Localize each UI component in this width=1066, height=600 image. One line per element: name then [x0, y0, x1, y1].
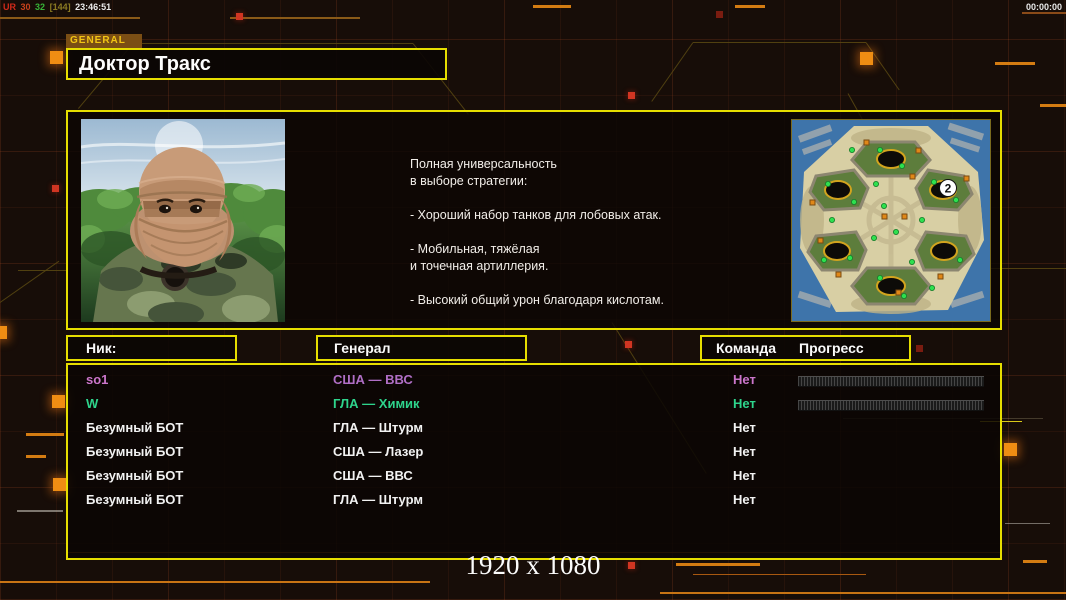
general-description: Полная универсальность в выборе стратеги… [410, 157, 664, 307]
player-nick: Безумный БОТ [86, 420, 184, 435]
deco-dash [0, 17, 140, 19]
deco-square-orange [52, 395, 65, 408]
player-row: Безумный БОТ США — Лазер Нет [68, 440, 1000, 464]
player-row: W ГЛА — Химик Нет [68, 392, 1000, 416]
player-team: Нет [733, 372, 756, 387]
player-progress-bar [798, 400, 984, 411]
player-nick: Безумный БОТ [86, 444, 184, 459]
game-lobby-screen: { "overlay": { "fps": { "ur": "UR", "v1"… [0, 0, 1066, 600]
deco-hex-line [865, 42, 900, 91]
player-general: США — ВВС [333, 468, 413, 483]
deco-square-red [52, 185, 59, 192]
deco-dash [735, 5, 765, 8]
player-team: Нет [733, 492, 756, 507]
general-name-title: Доктор Тракс [66, 48, 447, 80]
deco-square-red [628, 92, 635, 99]
player-team: Нет [733, 444, 756, 459]
deco-square-darkred [916, 345, 923, 352]
deco-square-orange [1004, 443, 1017, 456]
player-row: Безумный БОТ ГЛА — Штурм Нет [68, 488, 1000, 512]
deco-hex-line [133, 43, 413, 44]
player-team: Нет [733, 420, 756, 435]
deco-square-orange [0, 326, 7, 339]
deco-square-red [625, 341, 632, 348]
deco-square-darkred [716, 11, 723, 18]
player-general: США — ВВС [333, 372, 413, 387]
general-portrait-image [81, 119, 285, 322]
deco-square-orange [53, 478, 66, 491]
deco-square-orange [50, 51, 63, 64]
deco-hex-line [651, 42, 694, 102]
player-row: Безумный БОТ ГЛА — Штурм Нет [68, 416, 1000, 440]
player-general: ГЛА — Штурм [333, 420, 423, 435]
deco-square-red [236, 13, 243, 20]
fps-v2: 32 [35, 2, 46, 12]
player-nick: Безумный БОТ [86, 492, 184, 507]
svg-text:2: 2 [945, 182, 952, 196]
deco-dash [533, 5, 571, 8]
player-nick: Безумный БОТ [86, 468, 184, 483]
fps-overlay: UR 30 32 [144] 23:46:51 [3, 2, 113, 12]
player-nick: W [86, 396, 99, 411]
column-header-team-progress: Команда Прогресс [700, 335, 911, 361]
player-team: Нет [733, 468, 756, 483]
column-header-general: Генерал [316, 335, 527, 361]
deco-dash [230, 17, 360, 19]
player-general: ГЛА — Химик [333, 396, 420, 411]
fps-v3: [144] [49, 2, 71, 12]
deco-dash [26, 433, 64, 436]
column-header-progress: Прогресс [799, 340, 864, 356]
player-nick: so1 [86, 372, 109, 387]
deco-dash [0, 581, 430, 583]
resolution-label: 1920 x 1080 [465, 550, 601, 580]
players-table: so1 США — ВВС Нет W ГЛА — Химик Нет Безу… [66, 363, 1002, 560]
deco-dash [17, 510, 63, 512]
fps-v1: 30 [20, 2, 31, 12]
deco-dash [1022, 12, 1066, 14]
player-row: Безумный БОТ США — ВВС Нет [68, 464, 1000, 488]
player-team: Нет [733, 396, 756, 411]
fps-ur: UR [3, 2, 16, 12]
deco-hex-line [693, 42, 866, 43]
general-tab-label: GENERAL [66, 34, 142, 48]
deco-dash [1005, 523, 1050, 524]
fps-time: 23:46:51 [75, 2, 112, 12]
deco-dash [995, 62, 1035, 65]
column-header-team: Команда [716, 340, 776, 356]
player-progress-bar [798, 376, 984, 387]
deco-hex-line [0, 260, 60, 303]
deco-dash [660, 592, 1066, 594]
deco-hex-line [18, 270, 68, 271]
map-preview: 2 [791, 119, 991, 322]
column-header-nick: Ник: [66, 335, 237, 361]
deco-square-orange [860, 52, 873, 65]
map-start-marker: 2 [939, 179, 957, 197]
deco-dash [1040, 104, 1066, 107]
general-info-panel: Полная универсальность в выборе стратеги… [66, 110, 1002, 330]
player-general: ГЛА — Штурм [333, 492, 423, 507]
player-row: so1 США — ВВС Нет [68, 368, 1000, 392]
match-timer: 00:00:00 [1025, 2, 1062, 12]
player-general: США — Лазер [333, 444, 424, 459]
deco-dash [26, 455, 46, 458]
